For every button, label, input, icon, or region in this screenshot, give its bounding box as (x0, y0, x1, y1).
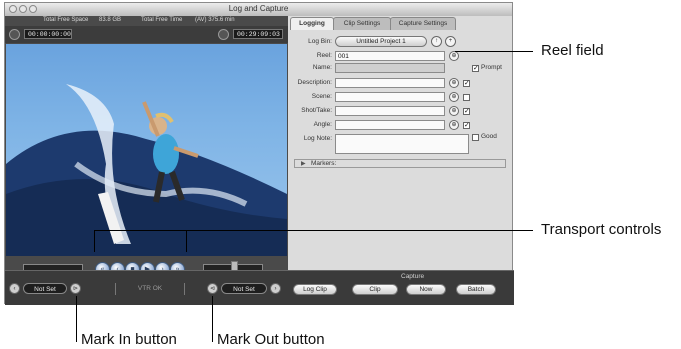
name-field (335, 63, 445, 73)
mark-in-callout: Mark In button (81, 331, 177, 348)
transport-callout-line (94, 230, 533, 231)
scene-label: Scene: (311, 93, 332, 100)
free-time-value: (AV) 375.6 min (195, 17, 235, 23)
title-bar[interactable]: Log and Capture (5, 3, 512, 17)
free-space-bar: Total Free Space 83.8 GB Total Free Time… (5, 16, 288, 26)
prompt-label: Prompt (481, 64, 502, 71)
surfer-video-frame (6, 84, 287, 256)
angle-checkbox[interactable]: ✓ (463, 122, 470, 129)
mark-out-callout: Mark Out button (217, 331, 325, 348)
capture-clip-button[interactable]: Clip (352, 284, 398, 295)
log-bin-button[interactable]: Untitled Project 1 (335, 36, 427, 47)
mark-in-timecode[interactable]: Not Set (23, 283, 67, 294)
mark-in-callout-line (76, 296, 77, 342)
duration-timecode-field[interactable]: 00:29:09:03 (233, 29, 283, 39)
free-time-label: Total Free Time (141, 17, 183, 23)
markers-disclosure[interactable]: ▶ Markers: (294, 159, 506, 168)
reel-label: Reel: (316, 52, 332, 59)
reel-field-callout: Reel field (541, 42, 604, 59)
description-checkbox[interactable]: ✓ (463, 80, 470, 87)
shot-take-field[interactable] (335, 106, 445, 116)
window-title: Log and Capture (228, 4, 289, 13)
log-note-field[interactable] (335, 134, 469, 154)
angle-label: Angle: (313, 121, 332, 128)
log-bin-label: Log Bin: (308, 38, 332, 45)
timecode-row: 00:00:00:00 00:29:09:03 (5, 26, 288, 43)
jog-icon[interactable] (9, 29, 20, 40)
mark-in-button[interactable]: ⊳ (70, 283, 81, 294)
bottom-control-bar: ‹ Not Set ⊳ VTR OK ⊲ Not Set › Log Clip … (5, 270, 514, 305)
capture-section-label: Capture (401, 273, 425, 280)
batch-capture-button[interactable]: Batch (456, 284, 496, 295)
log-clip-button[interactable]: Log Clip (293, 284, 337, 295)
description-label: Description: (297, 79, 332, 86)
name-label: Name: (312, 64, 332, 71)
mark-out-timecode[interactable]: Not Set (221, 283, 267, 294)
tab-logging[interactable]: Logging (290, 17, 334, 30)
up-folder-icon[interactable]: ↑ (431, 36, 442, 47)
logging-panel: Logging Clip Settings Capture Settings L… (288, 16, 512, 270)
current-timecode-field[interactable]: 00:00:00:00 (24, 29, 72, 39)
markers-label: Markers: (311, 160, 337, 167)
log-note-label: Log Note: (303, 135, 332, 142)
transport-bracket-mid (186, 230, 187, 252)
shot-take-checkbox[interactable]: ✓ (463, 108, 470, 115)
mark-out-callout-line (212, 296, 213, 342)
scene-field[interactable] (335, 92, 445, 102)
reel-slate-icon[interactable]: ⊕ (449, 51, 459, 61)
angle-field[interactable] (335, 120, 445, 130)
capture-now-button[interactable]: Now (406, 284, 446, 295)
shot-take-slate-icon[interactable]: ⊕ (449, 106, 459, 116)
angle-slate-icon[interactable]: ⊕ (449, 120, 459, 130)
reel-field[interactable]: 001 (335, 51, 445, 61)
log-and-capture-window: Log and Capture Total Free Space 83.8 GB… (4, 2, 514, 305)
free-space-value: 83.8 GB (99, 17, 122, 23)
prompt-checkbox[interactable]: ✓ (472, 65, 479, 72)
transport-bracket-left (94, 230, 95, 252)
good-checkbox[interactable] (472, 134, 479, 141)
duration-icon (218, 29, 229, 40)
disclosure-triangle-icon[interactable]: ▶ (301, 160, 306, 167)
shot-take-label: Shot/Take: (301, 107, 332, 114)
mark-out-button[interactable]: ⊲ (207, 283, 218, 294)
description-field[interactable] (335, 78, 445, 88)
go-to-in-icon[interactable]: ‹ (9, 283, 20, 294)
video-preview (6, 44, 287, 256)
good-label: Good (481, 133, 497, 140)
reel-field-callout-line (455, 51, 533, 52)
free-space-label: Total Free Space (43, 17, 89, 23)
scene-checkbox[interactable] (463, 94, 470, 101)
new-bin-icon[interactable]: + (445, 36, 456, 47)
tab-capture-settings[interactable]: Capture Settings (390, 17, 456, 30)
vtr-status: VTR OK (115, 283, 185, 295)
go-to-out-icon[interactable]: › (270, 283, 281, 294)
preview-area: Total Free Space 83.8 GB Total Free Time… (5, 16, 288, 304)
description-slate-icon[interactable]: ⊕ (449, 78, 459, 88)
tab-clip-settings[interactable]: Clip Settings (333, 17, 391, 30)
scene-slate-icon[interactable]: ⊕ (449, 92, 459, 102)
transport-controls-callout: Transport controls (541, 221, 662, 238)
